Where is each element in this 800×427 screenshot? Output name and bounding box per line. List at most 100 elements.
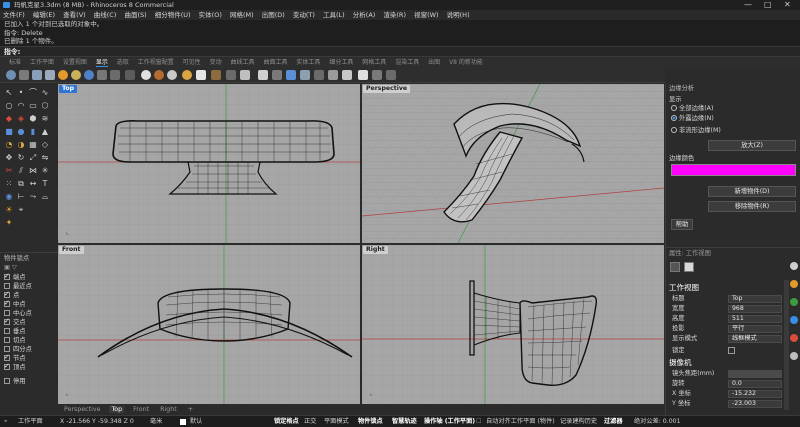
tab-new-in-v8[interactable]: V8 的新功能 <box>449 59 483 66</box>
tab-standard[interactable]: 标准 <box>9 59 21 66</box>
tab-mesh-tools[interactable]: 网格工具 <box>362 59 386 66</box>
tab-render-tools[interactable]: 渲染工具 <box>395 59 419 66</box>
scale-icon[interactable]: ⤢ <box>28 153 38 163</box>
toggle-autoalign-cplane[interactable]: 自动对齐工作平面 (物件) <box>486 416 555 427</box>
tab-surface-tools[interactable]: 曲面工具 <box>263 59 287 66</box>
prop-x-field[interactable]: -15.232 <box>728 390 782 398</box>
toggle-osnap[interactable]: 物件锁点 <box>358 416 383 427</box>
arc-icon[interactable]: ◠ <box>16 101 26 111</box>
prop-height-field[interactable]: 511 <box>728 315 782 323</box>
material-icon[interactable] <box>211 70 221 80</box>
option-all-edges[interactable]: 全部边缘(A) <box>671 104 713 113</box>
grid-icon[interactable] <box>19 70 29 80</box>
rotate-icon[interactable]: ↻ <box>16 153 26 163</box>
menu-render[interactable]: 渲染(R) <box>383 11 406 19</box>
osnap-vertex[interactable]: 顶点 <box>4 362 26 372</box>
clipping-icon[interactable] <box>272 70 282 80</box>
loft-icon[interactable]: ◈ <box>16 114 26 124</box>
toggle-grid-snap[interactable]: 锁定格点 <box>274 416 299 427</box>
point-icon[interactable]: • <box>16 88 26 98</box>
sidebar-help-icon[interactable] <box>790 352 798 360</box>
join-icon[interactable]: ⋈ <box>28 166 38 176</box>
trim-icon[interactable]: ✂ <box>4 166 14 176</box>
osnap-intersection[interactable]: 交点 <box>4 317 26 327</box>
text-tool-icon[interactable]: T <box>40 179 50 189</box>
checkbox-icon[interactable] <box>4 346 10 352</box>
prop-projection-select[interactable]: 平行 <box>728 325 782 333</box>
camera-icon[interactable]: ⌖ <box>16 205 26 215</box>
arctic-icon[interactable] <box>141 70 151 80</box>
move-icon[interactable]: ✥ <box>4 153 14 163</box>
viewport-title-perspective[interactable]: Perspective <box>363 85 411 93</box>
cylinder-icon[interactable]: ▮ <box>28 127 38 137</box>
draft-angle-icon[interactable] <box>314 70 324 80</box>
rendered-sphere-icon[interactable] <box>58 70 68 80</box>
menu-help[interactable]: 说明(H) <box>447 11 470 19</box>
layer-color-swatch[interactable] <box>180 419 186 425</box>
tab-select[interactable]: 选取 <box>117 59 129 66</box>
tab-cplanes[interactable]: 工作平面 <box>30 59 54 66</box>
toggle-gumball[interactable]: 操作轴 (工作平面) <box>424 416 475 427</box>
lights-icon[interactable] <box>226 70 236 80</box>
checkbox-icon[interactable] <box>4 299 10 308</box>
viewport-title-right[interactable]: Right <box>363 246 388 254</box>
technical-icon[interactable] <box>97 70 107 80</box>
menu-tools[interactable]: 工具(L) <box>323 11 345 19</box>
sidebar-environment-icon[interactable] <box>790 298 798 306</box>
toggle-filter[interactable]: 过滤器 <box>604 416 623 427</box>
rectangle-icon[interactable]: ▭ <box>28 101 38 111</box>
section-icon[interactable] <box>342 70 352 80</box>
tab-viewport-layout[interactable]: 工作视窗配置 <box>138 59 174 66</box>
zebra-icon[interactable] <box>300 70 310 80</box>
curve-icon[interactable]: ∿ <box>40 88 50 98</box>
option-nonmanifold-edges[interactable]: 非流形边缘(M) <box>671 126 721 135</box>
tab-drafting[interactable]: 出图 <box>428 59 440 66</box>
toggle-record-history[interactable]: 记录建构历史 <box>560 416 597 427</box>
layout-icon[interactable] <box>372 70 382 80</box>
checkbox-icon[interactable] <box>4 362 10 371</box>
radio-icon[interactable] <box>671 115 677 121</box>
checkbox-icon[interactable] <box>4 337 10 343</box>
osnap-tangent[interactable]: 切点 <box>4 336 26 345</box>
add-view-tab-button[interactable]: + <box>186 406 195 413</box>
view-tab-top[interactable]: Top <box>109 406 125 413</box>
command-line[interactable]: 指令: <box>0 46 800 57</box>
ghost-ball-icon[interactable] <box>196 70 206 80</box>
option-naked-edges[interactable]: 外露边缘(N) <box>671 114 714 123</box>
prop-title-field[interactable]: Top <box>728 295 782 303</box>
analyze-icon[interactable]: ◉ <box>4 192 14 202</box>
checkbox-icon[interactable] <box>4 378 10 384</box>
checkbox-icon[interactable] <box>4 328 10 334</box>
distance-icon[interactable]: ⊢ <box>16 192 26 202</box>
checkbox-icon[interactable] <box>4 283 10 289</box>
mesh-display-icon[interactable] <box>386 70 396 80</box>
viewport-front[interactable]: ⌞ Front <box>58 245 360 404</box>
checkbox-icon[interactable] <box>4 290 10 299</box>
surface-icon[interactable]: ◆ <box>4 114 14 124</box>
edge-analysis-icon[interactable] <box>328 70 338 80</box>
viewport-title-front[interactable]: Front <box>59 246 84 254</box>
tab-curve-tools[interactable]: 曲线工具 <box>231 59 255 66</box>
shaded-icon[interactable] <box>45 70 55 80</box>
render-icon[interactable]: ☀ <box>4 205 14 215</box>
tab-set-view[interactable]: 设置视图 <box>63 59 87 66</box>
menu-file[interactable]: 文件(F) <box>3 11 25 19</box>
menu-view[interactable]: 查看(V) <box>63 11 86 19</box>
menu-surface[interactable]: 曲面(S) <box>124 11 146 19</box>
cone-icon[interactable]: ▲ <box>40 127 50 137</box>
toggle-ortho[interactable]: 正交 <box>304 416 316 427</box>
flow-icon[interactable]: ⤳ <box>28 192 38 202</box>
view-tab-right[interactable]: Right <box>158 406 179 413</box>
polygon-icon[interactable]: ⬡ <box>40 101 50 111</box>
help-button[interactable]: 帮助 <box>671 219 693 230</box>
circle-icon[interactable]: ○ <box>4 101 14 111</box>
menu-solid[interactable]: 实体(O) <box>199 11 222 19</box>
object-properties-icon[interactable] <box>684 262 694 272</box>
sidebar-properties-icon[interactable] <box>790 262 798 270</box>
properties-scrollbar[interactable] <box>784 280 789 410</box>
viewport-right[interactable]: ⌞ Right <box>362 245 664 404</box>
prop-width-field[interactable]: 968 <box>728 305 782 313</box>
capture-icon[interactable] <box>258 70 268 80</box>
add-objects-button[interactable]: 新增物件(D) <box>708 186 796 197</box>
enlarge-button[interactable]: 放大(Z) <box>708 140 796 151</box>
